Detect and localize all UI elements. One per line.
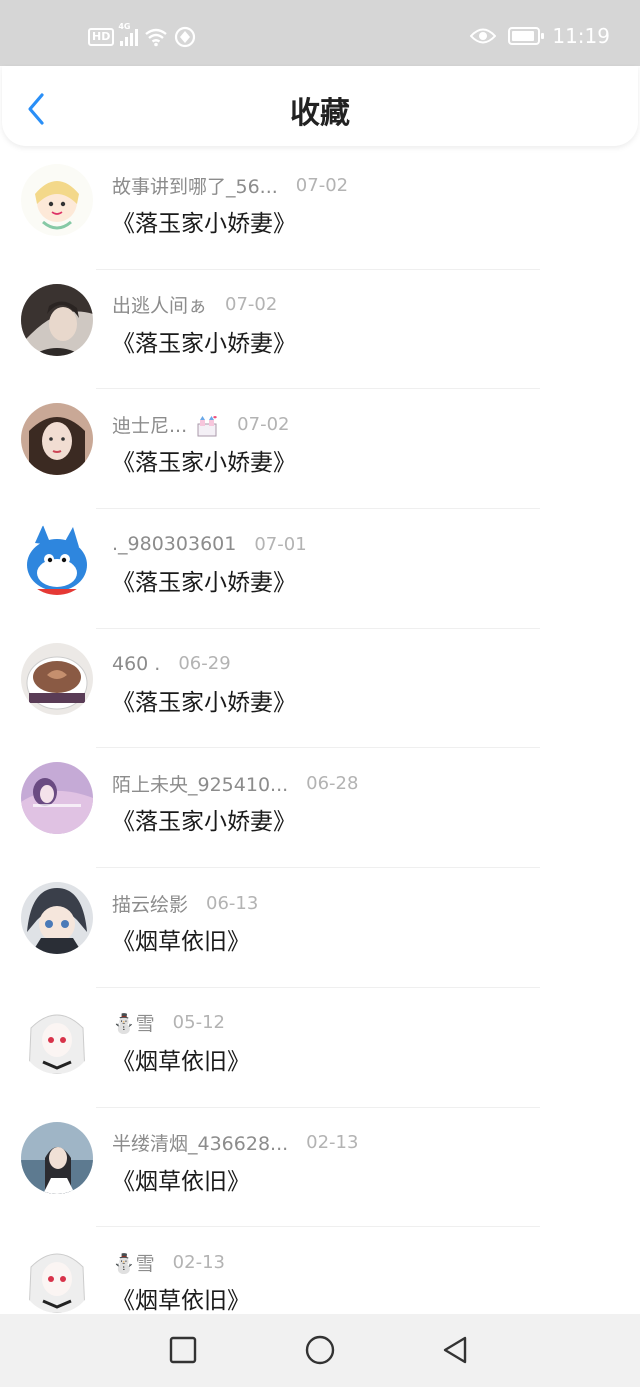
page-title: 收藏: [290, 96, 350, 131]
book-title[interactable]: 《落玉家小娇妻》: [112, 563, 296, 597]
home-circle-icon[interactable]: [304, 1334, 336, 1366]
book-title[interactable]: 《烟草依旧》: [112, 922, 250, 956]
book-title[interactable]: 《烟草依旧》: [112, 1162, 250, 1196]
item-meta: 陌上未央_925410... 06-28: [112, 770, 358, 796]
list-item[interactable]: 描云绘影 06-13 《烟草依旧》: [0, 868, 640, 988]
date: 07-01: [254, 533, 307, 555]
date: 06-29: [178, 653, 231, 675]
avatar[interactable]: [21, 1001, 93, 1074]
wifi-icon: [145, 28, 168, 47]
date: 07-02: [295, 174, 349, 196]
list-item[interactable]: 迪士尼... 07-02 《落玉家小娇妻》: [0, 389, 640, 510]
castle-emoji-icon: [197, 416, 218, 437]
date: 06-13: [206, 892, 259, 914]
date: 02-13: [172, 1251, 225, 1273]
signal-icon: 4G: [118, 22, 139, 46]
list-item[interactable]: 故事讲到哪了_56... 07-02 《落玉家小娇妻》: [0, 150, 640, 270]
status-right: 11:19: [470, 24, 610, 48]
status-left: HD 4G: [88, 22, 196, 48]
avatar[interactable]: [21, 164, 93, 236]
list-item[interactable]: 460 . 06-29 《落玉家小娇妻》: [0, 629, 640, 749]
avatar[interactable]: [21, 1241, 93, 1314]
item-meta: 故事讲到哪了_56... 07-02: [112, 172, 348, 198]
username: 陌上未央_925410...: [112, 773, 289, 796]
avatar[interactable]: [21, 403, 93, 476]
username: 半缕清烟_436628...: [112, 1133, 289, 1155]
item-meta: ._980303601 07-01: [112, 531, 307, 557]
item-meta: ⛄雪 02-13: [112, 1249, 225, 1275]
navigation-bar: [0, 1314, 640, 1387]
username: 描云绘影: [112, 893, 189, 916]
book-title[interactable]: 《落玉家小娇妻》: [112, 683, 296, 717]
item-meta: 迪士尼... 07-02: [112, 411, 289, 437]
username: 出逃人间ぁ: [112, 295, 208, 318]
header: 收藏: [2, 66, 638, 146]
avatar[interactable]: [21, 283, 93, 356]
avatar[interactable]: [21, 523, 93, 596]
vpn-icon: [175, 26, 196, 48]
username: 460 .: [112, 652, 161, 675]
username: ⛄雪: [112, 1013, 155, 1036]
date: 05-12: [172, 1012, 225, 1034]
book-title[interactable]: 《落玉家小娇妻》: [112, 324, 296, 358]
status-bar: HD 4G 11:19: [0, 0, 640, 66]
network-type-label: 4G: [118, 22, 131, 31]
username: 故事讲到哪了_56...: [112, 175, 278, 198]
avatar[interactable]: [21, 642, 93, 715]
username: 迪士尼...: [112, 411, 219, 438]
date: 07-02: [237, 413, 290, 435]
item-meta: 半缕清烟_436628... 02-13: [112, 1130, 358, 1156]
avatar[interactable]: [21, 882, 93, 955]
book-title[interactable]: 《烟草依旧》: [112, 1042, 250, 1076]
book-title[interactable]: 《烟草依旧》: [112, 1281, 250, 1315]
list-item[interactable]: 出逃人间ぁ 07-02 《落玉家小娇妻》: [0, 270, 640, 390]
item-meta: 出逃人间ぁ 07-02: [112, 292, 277, 318]
date: 06-28: [306, 772, 359, 794]
list-item[interactable]: 半缕清烟_436628... 02-13 《烟草依旧》: [0, 1108, 640, 1228]
list-item[interactable]: ._980303601 07-01 《落玉家小娇妻》: [0, 509, 640, 629]
item-meta: 描云绘影 06-13: [112, 890, 258, 916]
item-meta: ⛄雪 05-12: [112, 1010, 225, 1036]
hd-badge: HD: [88, 28, 115, 46]
username: ._980303601: [112, 533, 237, 556]
avatar[interactable]: [21, 762, 93, 835]
item-meta: 460 . 06-29: [112, 651, 231, 677]
book-title[interactable]: 《落玉家小娇妻》: [112, 802, 296, 836]
book-title[interactable]: 《落玉家小娇妻》: [112, 443, 296, 477]
date: 07-02: [225, 294, 278, 316]
date: 02-13: [306, 1132, 359, 1153]
eye-icon: [470, 28, 497, 44]
status-time: 11:19: [552, 24, 610, 48]
username: ⛄雪: [112, 1252, 155, 1275]
battery-icon: [508, 27, 545, 45]
book-title[interactable]: 《落玉家小娇妻》: [112, 204, 296, 238]
back-triangle-icon[interactable]: [440, 1334, 472, 1366]
list-item[interactable]: 陌上未央_925410... 06-28 《落玉家小娇妻》: [0, 748, 640, 869]
recents-square-icon[interactable]: [167, 1334, 199, 1366]
favorites-list: 故事讲到哪了_56... 07-02 《落玉家小娇妻》 出逃人间ぁ 07-02 …: [0, 150, 640, 1347]
list-item[interactable]: ⛄雪 05-12 《烟草依旧》: [0, 988, 640, 1108]
avatar[interactable]: [21, 1121, 93, 1194]
